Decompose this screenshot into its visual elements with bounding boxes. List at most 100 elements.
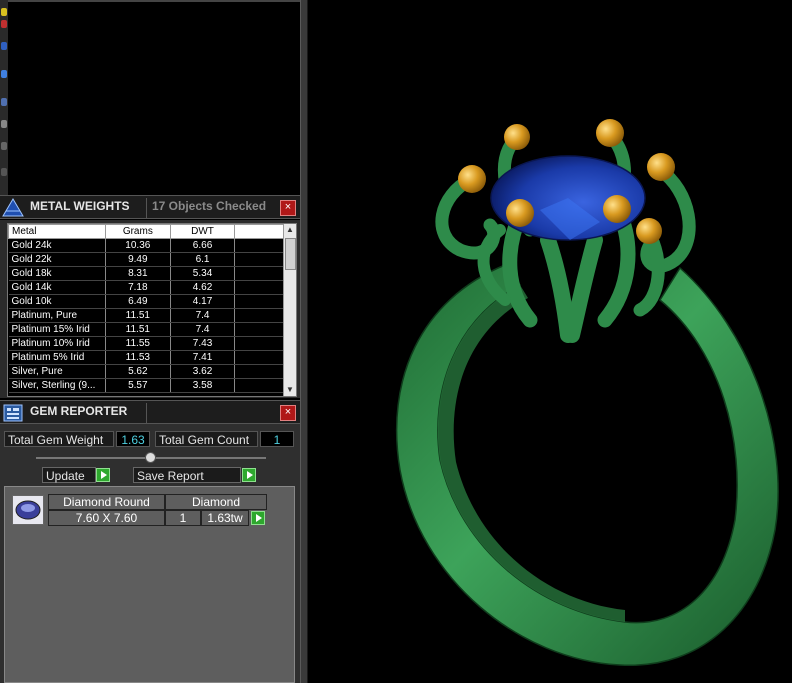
metal-weights-table: Metal Grams DWT Gold 24k 10.36 6.66 Gold 22…	[8, 224, 286, 393]
prong-bead	[596, 119, 624, 147]
table-row[interactable]: Platinum 5% Irid 11.53 7.41	[8, 350, 286, 365]
gem-name: Diamond Round	[48, 494, 165, 510]
table-row[interactable]: Gold 14k 7.18 4.62	[8, 280, 286, 295]
toolbar-icon-6[interactable]	[1, 120, 7, 128]
gem-row-go-icon[interactable]	[251, 511, 265, 525]
objects-checked-status: 17 Objects Checked	[152, 199, 267, 213]
prong-bead	[506, 199, 534, 227]
metal-weights-table-frame: Metal Grams DWT Gold 24k 10.36 6.66 Gold 22…	[7, 223, 297, 397]
cell-dwt: 7.4	[170, 322, 236, 337]
table-row[interactable]: Gold 24k 10.36 6.66	[8, 238, 286, 253]
cell-metal: Platinum, Pure	[8, 308, 106, 323]
cell-metal: Platinum 10% Irid	[8, 336, 106, 351]
gem-count: 1	[165, 510, 201, 526]
update-go-icon[interactable]	[96, 468, 110, 482]
cell-blank	[234, 322, 286, 337]
table-row[interactable]: Gold 22k 9.49 6.1	[8, 252, 286, 267]
save-report-go-icon[interactable]	[242, 468, 256, 482]
table-row[interactable]: Platinum 10% Irid 11.55 7.43	[8, 336, 286, 351]
cell-dwt: 3.58	[170, 378, 236, 393]
gem-reporter-panel: Total Gem Weight 1.63 Total Gem Count 1 …	[0, 424, 300, 683]
prong-bead	[636, 218, 662, 244]
cell-dwt: 6.1	[170, 252, 236, 267]
gem-list: Diamond Round Diamond 7.60 X 7.60 1 1.63…	[4, 486, 295, 683]
cell-blank	[234, 378, 286, 393]
cell-metal: Platinum 5% Irid	[8, 350, 106, 365]
toolbar-icon-4[interactable]	[1, 70, 7, 78]
prong-bead	[504, 124, 530, 150]
cell-grams: 6.49	[105, 294, 171, 309]
metal-weights-scrollbar[interactable]: ▲ ▼	[283, 224, 296, 396]
cell-dwt: 7.4	[170, 308, 236, 323]
cell-grams: 11.55	[105, 336, 171, 351]
metal-weights-panel: Metal Grams DWT Gold 24k 10.36 6.66 Gold 22…	[0, 220, 300, 398]
gem-material: Diamond	[165, 494, 267, 510]
gem-reporter-close-button[interactable]: ×	[280, 405, 296, 421]
total-gem-weight-label: Total Gem Weight	[4, 431, 114, 447]
cell-grams: 7.18	[105, 280, 171, 295]
toolbar-icon-7[interactable]	[1, 142, 7, 150]
scroll-down-icon[interactable]: ▼	[284, 384, 296, 396]
cell-grams: 9.49	[105, 252, 171, 267]
table-row[interactable]: Platinum 15% Irid 11.51 7.4	[8, 322, 286, 337]
cell-grams: 5.57	[105, 378, 171, 393]
metal-weights-titlebar: METAL WEIGHTS 17 Objects Checked ×	[0, 195, 300, 219]
column-header-dwt[interactable]: DWT	[169, 224, 236, 239]
column-header-metal[interactable]: Metal	[8, 224, 106, 239]
cell-grams: 10.36	[105, 238, 171, 253]
toolbar-icon-2[interactable]	[1, 20, 7, 28]
metal-weights-rows: Gold 24k 10.36 6.66 Gold 22k 9.49 6.1 Gold 18k…	[8, 238, 286, 393]
scroll-up-icon[interactable]: ▲	[284, 224, 296, 236]
cell-blank	[234, 350, 286, 365]
title-separator	[146, 403, 147, 423]
table-row[interactable]: Gold 10k 6.49 4.17	[8, 294, 286, 309]
metal-weights-icon	[2, 198, 24, 217]
gem-list-slider-knob[interactable]	[145, 452, 156, 463]
cell-metal: Gold 10k	[8, 294, 106, 309]
gem-reporter-titlebar: GEM REPORTER ×	[0, 400, 300, 424]
metal-weights-close-button[interactable]: ×	[280, 200, 296, 216]
save-report-button[interactable]: Save Report	[133, 467, 241, 483]
prong-bead	[647, 153, 675, 181]
column-header-grams[interactable]: Grams	[104, 224, 171, 239]
gem-thumbnail[interactable]	[12, 495, 44, 525]
update-button[interactable]: Update	[42, 467, 96, 483]
cell-dwt: 3.62	[170, 364, 236, 379]
total-gem-weight-value: 1.63	[116, 431, 150, 447]
table-row[interactable]: Silver, Pure 5.62 3.62	[8, 364, 286, 379]
prong-bead	[458, 165, 486, 193]
toolbar-strip	[0, 0, 8, 195]
cell-blank	[234, 336, 286, 351]
cell-grams: 5.62	[105, 364, 171, 379]
table-row[interactable]: Gold 18k 8.31 5.34	[8, 266, 286, 281]
gem-reporter-title: GEM REPORTER	[30, 404, 128, 418]
gem-weight: 1.63tw	[201, 510, 249, 526]
scroll-thumb[interactable]	[285, 238, 296, 270]
cell-dwt: 7.43	[170, 336, 236, 351]
cell-grams: 11.51	[105, 322, 171, 337]
cell-metal: Gold 24k	[8, 238, 106, 253]
prong-bead	[603, 195, 631, 223]
gem-size: 7.60 X 7.60	[48, 510, 165, 526]
cell-blank	[234, 308, 286, 323]
cell-grams: 8.31	[105, 266, 171, 281]
cell-dwt: 4.17	[170, 294, 236, 309]
cell-metal: Silver, Pure	[8, 364, 106, 379]
toolbar-icon-3[interactable]	[1, 42, 7, 50]
ring-3d-viewport[interactable]	[308, 0, 792, 683]
table-row[interactable]: Silver, Sterling (9... 5.57 3.58	[8, 378, 286, 393]
cell-grams: 11.51	[105, 308, 171, 323]
cell-blank	[234, 294, 286, 309]
cell-dwt: 5.34	[170, 266, 236, 281]
total-gem-count-value: 1	[260, 431, 294, 447]
toolbar-icon-1[interactable]	[1, 8, 7, 16]
toolbar-icon-5[interactable]	[1, 98, 7, 106]
cell-dwt: 6.66	[170, 238, 236, 253]
toolbar-icon-8[interactable]	[1, 168, 7, 176]
cell-dwt: 4.62	[170, 280, 236, 295]
panel-splitter[interactable]	[300, 0, 308, 683]
cell-blank	[234, 364, 286, 379]
gem-reporter-icon	[3, 404, 23, 422]
cell-metal: Gold 18k	[8, 266, 106, 281]
table-row[interactable]: Platinum, Pure 11.51 7.4	[8, 308, 286, 323]
